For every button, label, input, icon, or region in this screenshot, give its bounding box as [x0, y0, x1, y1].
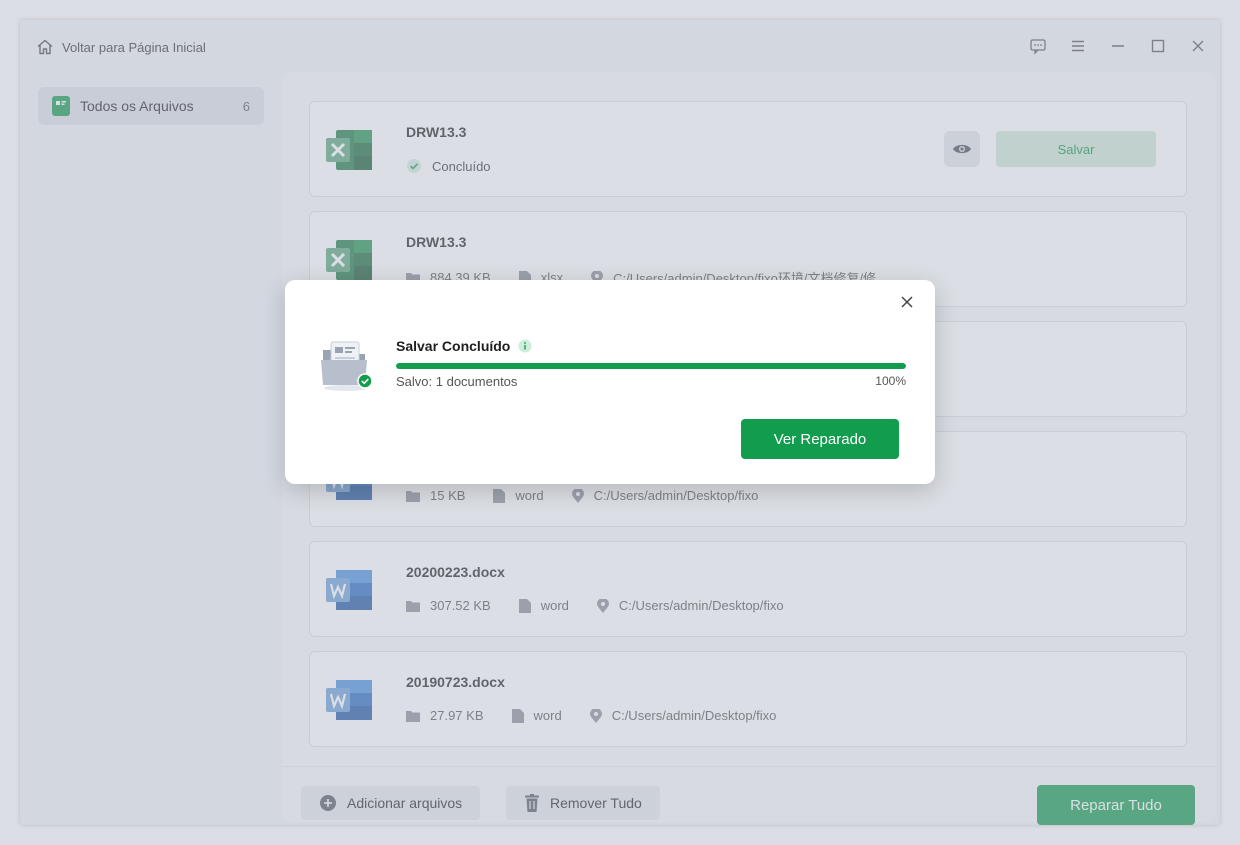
save-progress-fill — [396, 363, 906, 369]
close-icon — [901, 296, 913, 308]
save-complete-dialog: Salvar Concluído Salvo: 1 documentos 100… — [285, 280, 935, 484]
info-icon[interactable] — [518, 339, 532, 353]
dialog-close-button[interactable] — [897, 292, 917, 312]
progress-percent: 100% — [875, 374, 906, 388]
folder-success-icon — [321, 341, 373, 391]
saved-count-text: Salvo: 1 documentos — [396, 374, 518, 389]
save-progress-bar — [396, 363, 906, 369]
view-repaired-button[interactable]: Ver Reparado — [741, 419, 899, 459]
dialog-title-text: Salvar Concluído — [396, 338, 511, 354]
dialog-title: Salvar Concluído — [396, 338, 532, 354]
